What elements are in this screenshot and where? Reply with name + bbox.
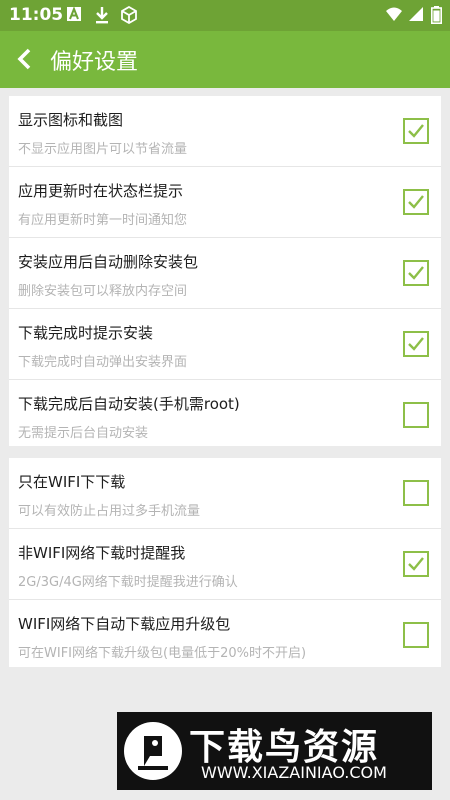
setting-title: 应用更新时在状态栏提示 xyxy=(18,182,184,200)
setting-subtitle: 可以有效防止占用过多手机流量 xyxy=(18,504,201,519)
setting-subtitle: 可在WIFI网络下载升级包(电量低于20%时不开启) xyxy=(18,646,307,661)
setting-subtitle: 2G/3G/4G网络下载时提醒我进行确认 xyxy=(18,575,238,590)
bird-logo-icon xyxy=(124,722,182,780)
setting-row-wifi-auto-update[interactable]: WIFI网络下自动下载应用升级包 可在WIFI网络下载升级包(电量低于20%时不… xyxy=(9,599,441,670)
wifi-icon xyxy=(385,6,403,24)
status-time: 11:05 xyxy=(9,5,64,25)
page-title: 偏好设置 xyxy=(50,50,139,75)
checkbox-mobile-remind[interactable] xyxy=(403,551,429,577)
setting-title: 安装应用后自动删除安装包 xyxy=(18,253,199,271)
setting-title: 只在WIFI下下载 xyxy=(18,473,126,491)
setting-row-show-icons[interactable]: 显示图标和截图 不显示应用图片可以节省流量 xyxy=(9,96,441,166)
setting-row-wifi-only[interactable]: 只在WIFI下下载 可以有效防止占用过多手机流量 xyxy=(9,458,441,528)
a-notification-icon xyxy=(66,6,84,24)
checkbox-wifi-auto-update[interactable] xyxy=(403,622,429,648)
checkbox-update-notify[interactable] xyxy=(403,189,429,215)
setting-subtitle: 不显示应用图片可以节省流量 xyxy=(18,142,188,157)
status-bar: 11:05 xyxy=(0,0,450,31)
checkbox-show-icons[interactable] xyxy=(403,118,429,144)
signal-icon xyxy=(408,6,426,24)
setting-row-delete-package[interactable]: 安装应用后自动删除安装包 删除安装包可以释放内存空间 xyxy=(9,237,441,308)
setting-title: 非WIFI网络下载时提醒我 xyxy=(18,544,186,562)
box-icon xyxy=(120,5,138,25)
download-icon xyxy=(94,6,112,24)
setting-title: 下载完成后自动安装(手机需root) xyxy=(18,395,240,413)
setting-subtitle: 有应用更新时第一时间通知您 xyxy=(18,213,188,228)
setting-row-mobile-remind[interactable]: 非WIFI网络下载时提醒我 2G/3G/4G网络下载时提醒我进行确认 xyxy=(9,528,441,599)
checkbox-auto-install[interactable] xyxy=(403,402,429,428)
checkbox-wifi-only[interactable] xyxy=(403,480,429,506)
setting-subtitle: 下载完成时自动弹出安装界面 xyxy=(18,355,188,370)
setting-title: 显示图标和截图 xyxy=(18,111,124,129)
setting-title: WIFI网络下自动下载应用升级包 xyxy=(18,615,231,633)
setting-title: 下载完成时提示安装 xyxy=(18,324,154,342)
app-bar: 偏好设置 xyxy=(0,31,450,88)
setting-subtitle: 删除安装包可以释放内存空间 xyxy=(18,284,188,299)
setting-row-auto-install[interactable]: 下载完成后自动安装(手机需root) 无需提示后台自动安装 xyxy=(9,379,441,450)
battery-icon xyxy=(431,6,443,24)
setting-row-install-prompt[interactable]: 下载完成时提示安装 下载完成时自动弹出安装界面 xyxy=(9,308,441,379)
setting-subtitle: 无需提示后台自动安装 xyxy=(18,426,149,441)
watermark-banner: 下载鸟资源 WWW.XIAZAINIAO.COM xyxy=(117,712,432,790)
settings-group-network: 只在WIFI下下载 可以有效防止占用过多手机流量 非WIFI网络下载时提醒我 2… xyxy=(9,458,441,667)
checkbox-install-prompt[interactable] xyxy=(403,331,429,357)
back-arrow-icon[interactable] xyxy=(14,47,36,71)
watermark-url: WWW.XIAZAINIAO.COM xyxy=(201,763,387,782)
settings-group-general: 显示图标和截图 不显示应用图片可以节省流量 应用更新时在状态栏提示 有应用更新时… xyxy=(9,96,441,446)
checkbox-delete-package[interactable] xyxy=(403,260,429,286)
setting-row-update-notify[interactable]: 应用更新时在状态栏提示 有应用更新时第一时间通知您 xyxy=(9,166,441,237)
